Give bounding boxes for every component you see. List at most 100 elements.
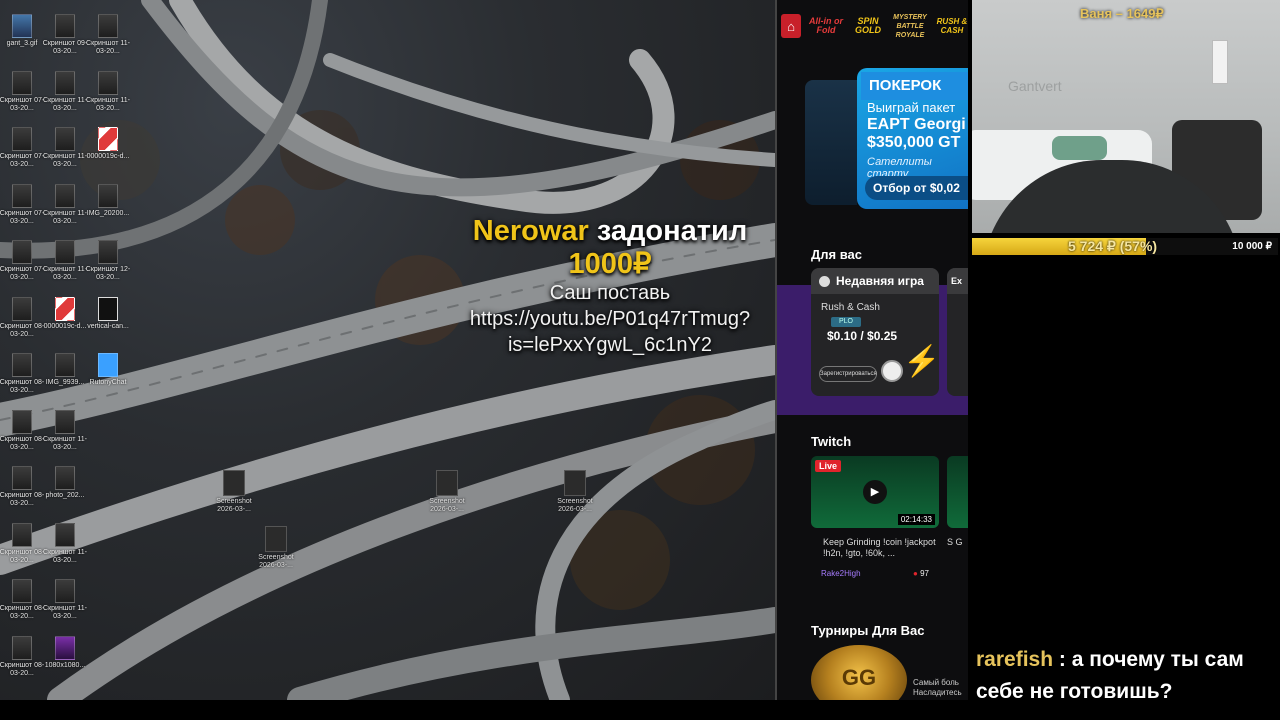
mystery-battle-royale-logo[interactable]: MYSTERY BATTLE ROYALE — [893, 13, 927, 40]
donation-message-line: is=lePxxYgwL_6c1nY2 — [507, 334, 712, 356]
desktop-icon-label: vertical-can... — [87, 322, 129, 330]
desktop-icon[interactable]: Screenshot 2026-03-... — [207, 470, 261, 514]
tournament-text-line: Самый боль — [913, 678, 959, 687]
recent-game-card[interactable]: Недавняя игра Rush & Cash PLO $0.10 / $0… — [811, 268, 939, 396]
desktop-icon-label: Скриншот 08-03-20... — [0, 548, 45, 564]
desktop-icon-label: Скриншот 11-03-20... — [43, 548, 87, 564]
desktop-icon[interactable]: Скриншот 11-03-20... — [40, 409, 90, 452]
desktop-icon[interactable]: Скриншот 11-03-20... — [83, 14, 133, 56]
stream-thumbnail: Live ▶ 02:14:33 — [811, 456, 939, 528]
desktop-icon-label: Скриншот 07-03-20... — [0, 96, 45, 112]
file-thumbnail-icon — [55, 409, 75, 434]
stream-thumbnail — [947, 456, 968, 528]
twitch-stream-card-2[interactable]: S G — [947, 456, 968, 586]
live-badge: Live — [815, 460, 842, 472]
promo-line: EAPT Georgi — [867, 116, 966, 133]
top-donor-label: Ваня – 1649₽ — [1080, 6, 1164, 21]
desktop-icon[interactable]: Скриншот 11-03-20... — [83, 70, 133, 113]
file-thumbnail-icon — [98, 14, 118, 38]
file-thumbnail-icon — [12, 70, 32, 95]
desktop-icon-label: Скриншот 08-03-20... — [0, 661, 45, 677]
file-thumbnail-icon — [55, 296, 75, 321]
file-thumbnail-icon — [98, 296, 118, 321]
desktop-icon-label: Screenshot 2026-03-... — [216, 498, 252, 513]
rush-cash-logo[interactable]: RUSH & CASH — [935, 17, 968, 35]
file-thumbnail-icon — [12, 127, 32, 151]
home-button[interactable]: ⌂ — [781, 14, 801, 38]
stream-title: Keep Grinding !coin !jackpot !h2n, !gto,… — [823, 537, 936, 558]
next-card[interactable]: Ex — [947, 268, 968, 396]
desktop-icon-label: photo_202... — [45, 492, 85, 499]
ggpoker-tournament-logo[interactable]: GG — [811, 645, 907, 700]
play-icon[interactable]: ▶ — [863, 480, 887, 504]
desktop-icon[interactable]: Screenshot 2026-03-... — [548, 470, 602, 514]
file-thumbnail-icon — [98, 127, 118, 151]
desktop-icon[interactable]: IMG_20200... — [83, 183, 133, 218]
file-thumbnail-icon — [12, 353, 32, 377]
file-thumbnail-icon — [98, 70, 118, 95]
stream-channel: Rake2High — [821, 569, 861, 578]
wall-lamp — [1212, 40, 1228, 84]
file-thumbnail-icon — [564, 470, 586, 496]
desktop-icon[interactable]: Скриншот 11-03-20... — [40, 522, 90, 565]
file-thumbnail-icon — [55, 466, 75, 490]
desktop-icon-label: gant_3.gif — [6, 40, 38, 47]
file-thumbnail-icon — [12, 183, 32, 208]
desktop-icon-label: 0000019c-d... — [86, 153, 130, 160]
webcam-feed: Gantvert Ваня – 1649₽ — [972, 0, 1280, 233]
recent-game-name: Rush & Cash — [821, 302, 880, 313]
desktop-icon-label: Скриншот 11-03-20... — [86, 40, 130, 55]
poker-client-window: ⌂ All-in or Fold SPIN GOLD MYSTERY BATTL… — [775, 0, 968, 700]
donation-amount: 1000₽ — [568, 248, 652, 280]
desktop-icon[interactable]: Скриншот 12-03-20... — [83, 240, 133, 282]
tournaments-title: Турниры Для Вас — [811, 623, 925, 638]
donation-headline: Nerowar задонатил — [420, 214, 775, 248]
promo-badge: ПОКЕРОК — [861, 72, 968, 100]
promo-prev-slide[interactable] — [805, 80, 857, 205]
register-button[interactable]: Зарегистрироваться — [819, 366, 877, 382]
file-thumbnail-icon — [55, 635, 75, 660]
desktop-icon[interactable]: 1080x1080... — [40, 635, 90, 670]
game-type-badge: PLO — [831, 317, 861, 327]
desktop-icon-label: Скриншот 07-03-20... — [0, 266, 45, 281]
desktop-icon-label: Screenshot 2026-03-... — [429, 498, 465, 513]
desktop-icon-label: Скриншот 11-03-20... — [86, 96, 130, 112]
desktop-icon-label: Скриншот 11-03-20... — [43, 605, 87, 620]
desktop-icon[interactable]: 0000019c-d... — [83, 127, 133, 161]
desktop-icon-label: Скриншот 07-03-20... — [0, 153, 45, 168]
file-thumbnail-icon — [55, 240, 75, 264]
file-thumbnail-icon — [98, 353, 118, 377]
desktop-icon-label: Скриншот 08-03-20... — [0, 322, 45, 338]
desktop-icon-label: Скриншот 09-03-20... — [42, 40, 88, 55]
desktop-icon[interactable]: vertical-can... — [83, 296, 133, 331]
promo-button[interactable]: Отбор от $0,02 — [865, 176, 968, 200]
promo-banner[interactable]: ПОКЕРОК Выиграй пакет EAPT Georgi $350,0… — [857, 68, 968, 209]
desktop-icon[interactable]: Скриншот 11-03-20... — [40, 579, 90, 621]
poker-game-bar: ⌂ All-in or Fold SPIN GOLD MYSTERY BATTL… — [777, 8, 968, 44]
desktop-icon-label: Screenshot 2026-03-... — [258, 554, 294, 569]
home-icon: ⌂ — [787, 18, 795, 34]
spin-gold-logo[interactable]: SPIN GOLD — [851, 17, 885, 35]
twitch-stream-card[interactable]: Live ▶ 02:14:33 Keep Grinding !coin !jac… — [811, 456, 939, 586]
recent-game-header-label: Недавняя игра — [836, 274, 924, 288]
clock-icon — [819, 275, 830, 287]
allin-or-fold-logo[interactable]: All-in or Fold — [809, 17, 843, 35]
file-thumbnail-icon — [436, 470, 458, 496]
chat-overlay: rarefish : а почему ты сам себе не готов… — [976, 644, 1276, 708]
file-thumbnail-icon — [98, 240, 118, 264]
tournament-text-line: Насладитесь — [913, 688, 962, 697]
desktop-icon[interactable]: RutonyChat — [83, 353, 133, 387]
stream-viewers: 97 — [913, 569, 929, 578]
desktop-icon[interactable]: Screenshot 2026-03-... — [420, 470, 474, 514]
desktop-icon-label: Скриншот 08-03-20... — [0, 379, 45, 394]
file-thumbnail-icon — [12, 522, 32, 547]
desktop-icon[interactable]: Screenshot 2026-03-... — [249, 526, 303, 570]
file-thumbnail-icon — [55, 183, 75, 208]
file-thumbnail-icon — [55, 14, 75, 38]
desktop-icon[interactable]: photo_202... — [40, 466, 90, 500]
file-thumbnail-icon — [98, 183, 118, 208]
lightning-icon: ⚡ — [903, 345, 939, 378]
file-thumbnail-icon — [12, 579, 32, 603]
desktop-icon-label: Скриншот 12-03-20... — [85, 266, 131, 281]
file-thumbnail-icon — [223, 470, 245, 496]
